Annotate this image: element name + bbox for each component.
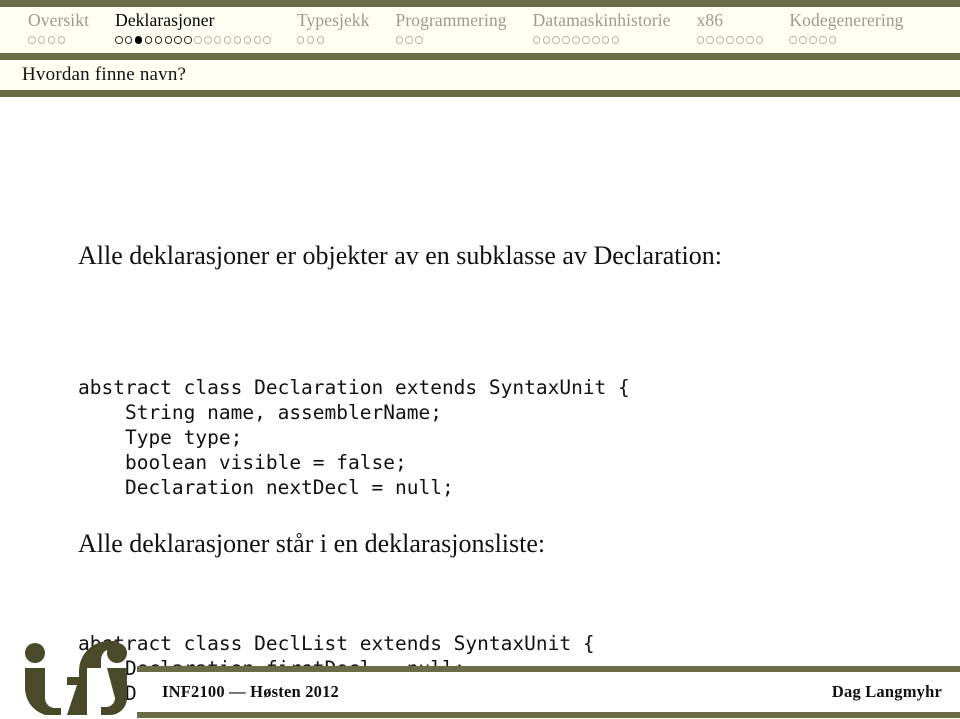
nav-slide-dot[interactable] [706,36,714,44]
nav-slide-dot[interactable] [47,36,56,44]
top-rule [0,0,960,7]
footer-text-row: INF2100 — Høsten 2012 Dag Langmyhr [137,672,942,712]
nav-slide-dot[interactable] [552,36,560,44]
slide-body: Alle deklarasjoner er objekter av en sub… [0,97,960,705]
nav-section-kodegenerering[interactable]: Kodegenerering [789,10,903,47]
nav-section-deklarasjoner[interactable]: Deklarasjoner [115,10,271,47]
nav-slide-dot[interactable] [819,36,827,44]
nav-section-label: x86 [696,10,724,30]
nav-slide-dot[interactable] [306,36,315,44]
nav-slide-dots [395,33,423,47]
nav-slide-dot[interactable] [828,36,837,44]
nav-slide-dot[interactable] [415,36,423,44]
section-navigation-bar: Oversikt Deklarasjoner Typesjekk Programmer… [0,7,960,53]
nav-slide-dot[interactable] [562,36,570,44]
nav-slide-dot[interactable] [124,36,133,44]
nav-slide-dot[interactable] [233,36,242,44]
nav-section-label: Datamaskinhistorie [532,10,671,30]
nav-section-label: Deklarasjoner [115,10,215,30]
nav-slide-dot[interactable] [57,36,66,44]
nav-slide-dot[interactable] [716,36,724,44]
nav-slide-dot[interactable] [809,36,817,44]
nav-section-label: Oversikt [28,10,90,30]
footer-course-label: INF2100 — Høsten 2012 [162,682,339,701]
page-title: Hvordan finne navn? [22,64,187,85]
nav-section-label: Typesjekk [296,10,370,30]
paragraph-decllist-intro: Alle deklarasjoner står i en deklarasjon… [78,529,546,558]
nav-slide-dot[interactable] [184,36,192,44]
nav-section-label: Programmering [395,10,507,30]
nav-slide-dot[interactable] [134,36,143,44]
nav-slide-dot[interactable] [223,36,232,44]
nav-slide-dot[interactable] [253,36,262,44]
nav-slide-dot[interactable] [755,36,764,44]
nav-slide-dot[interactable] [144,36,153,44]
nav-slide-dot[interactable] [601,36,610,44]
nav-slide-dot[interactable] [789,36,797,44]
nav-slide-dot[interactable] [736,36,744,44]
nav-section-programmering[interactable]: Programmering [395,10,507,47]
nav-slide-dot[interactable] [194,36,202,44]
nav-slide-dots [115,33,271,47]
nav-slide-dot[interactable] [532,36,541,44]
nav-slide-dots [789,33,837,47]
slide-footer: INF2100 — Høsten 2012 Dag Langmyhr [0,630,960,719]
nav-slide-dot[interactable] [592,36,600,44]
slide-title-bar: Hvordan finne navn? [0,60,960,90]
nav-section-typesjekk[interactable]: Typesjekk [296,10,370,47]
nav-slide-dot[interactable] [746,36,754,44]
nav-slide-dot[interactable] [204,36,212,44]
nav-slide-dot[interactable] [726,36,734,44]
nav-slide-dot[interactable] [316,36,325,44]
footer-bottom-rule [137,712,960,718]
nav-slide-dot[interactable] [696,36,705,44]
nav-slide-dot[interactable] [572,36,580,44]
nav-slide-dot[interactable] [243,36,252,44]
nav-slide-dot[interactable] [405,36,413,44]
nav-slide-dot[interactable] [611,36,620,44]
nav-slide-dot[interactable] [37,36,46,44]
code-block-declaration: abstract class Declaration extends Synta… [78,375,630,499]
nav-slide-dot[interactable] [154,36,163,44]
title-underline-rule [0,90,960,97]
nav-title-divider-rule [0,53,960,60]
paragraph-declaration-intro: Alle deklarasjoner er objekter av en sub… [78,241,722,270]
nav-slide-dots [296,33,325,47]
nav-section-x86[interactable]: x86 [696,10,764,47]
nav-slide-dot[interactable] [582,36,590,44]
nav-slide-dot[interactable] [395,36,404,44]
nav-slide-dot[interactable] [28,36,36,44]
nav-section-oversikt[interactable]: Oversikt [28,10,89,47]
nav-slide-dot[interactable] [115,36,123,44]
nav-slide-dot[interactable] [296,36,305,44]
ifi-logo [25,641,127,715]
nav-slide-dots [696,33,764,47]
nav-slide-dot[interactable] [263,36,271,44]
nav-slide-dot[interactable] [799,36,807,44]
nav-slide-dots [28,33,66,47]
nav-slide-dot[interactable] [174,36,182,44]
footer-author-label: Dag Langmyhr [831,682,942,701]
nav-section-label: Kodegenerering [789,10,904,30]
nav-section-datamaskinhistorie[interactable]: Datamaskinhistorie [532,10,671,47]
nav-slide-dot[interactable] [164,36,173,44]
nav-slide-dot[interactable] [213,36,222,44]
nav-slide-dots [532,33,620,47]
nav-slide-dot[interactable] [542,36,551,44]
